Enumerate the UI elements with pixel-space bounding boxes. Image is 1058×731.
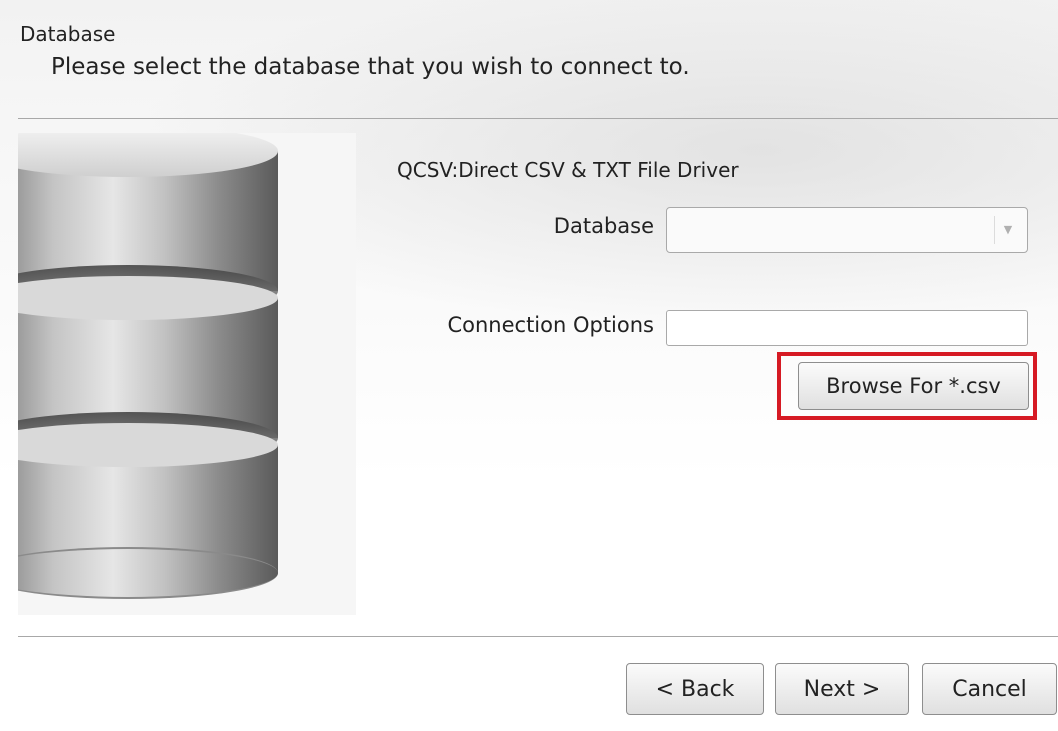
page-title: Database (20, 22, 116, 46)
next-button[interactable]: Next > (775, 663, 909, 715)
connection-options-label: Connection Options (447, 313, 654, 337)
database-cylinder-icon (18, 133, 356, 615)
footer-divider (18, 636, 1058, 637)
header-divider (18, 118, 1058, 119)
browse-csv-button[interactable]: Browse For *.csv (798, 362, 1029, 410)
connection-options-input[interactable] (666, 310, 1028, 346)
chevron-down-icon[interactable]: ▼ (994, 216, 1021, 244)
back-button[interactable]: < Back (626, 663, 764, 715)
page-subtitle: Please select the database that you wish… (51, 54, 690, 80)
driver-label: QCSV:Direct CSV & TXT File Driver (397, 158, 739, 182)
cancel-button[interactable]: Cancel (922, 663, 1057, 715)
database-select[interactable]: ▼ (666, 207, 1028, 253)
database-label: Database (553, 214, 654, 238)
